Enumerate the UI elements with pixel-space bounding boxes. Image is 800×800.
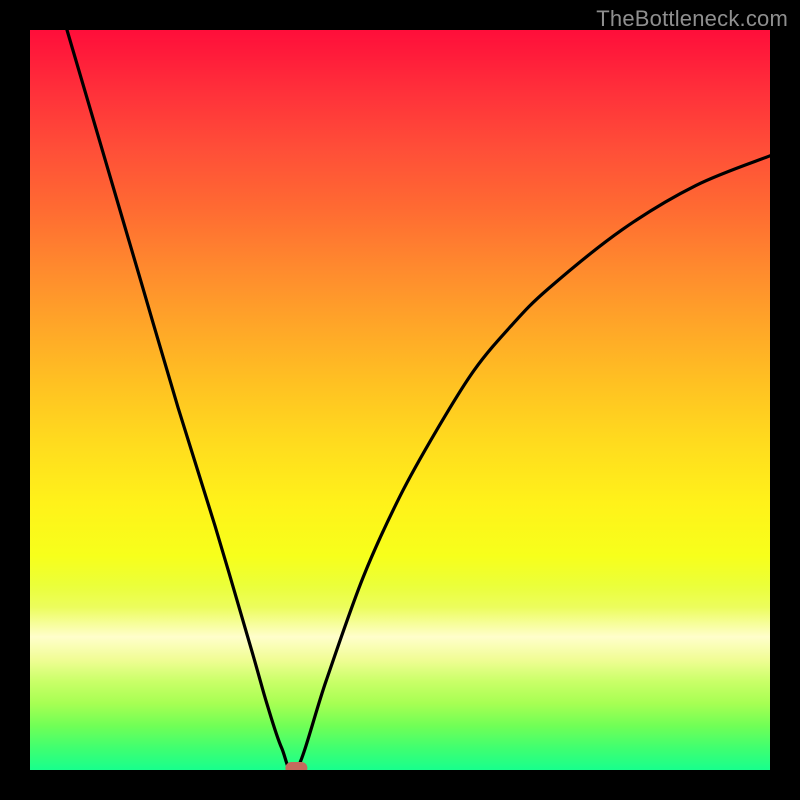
chart-frame: TheBottleneck.com <box>0 0 800 800</box>
attribution-text: TheBottleneck.com <box>596 6 788 32</box>
curve-layer <box>30 30 770 770</box>
min-marker <box>285 762 307 770</box>
bottleneck-curve-path <box>67 30 770 770</box>
plot-area <box>30 30 770 770</box>
